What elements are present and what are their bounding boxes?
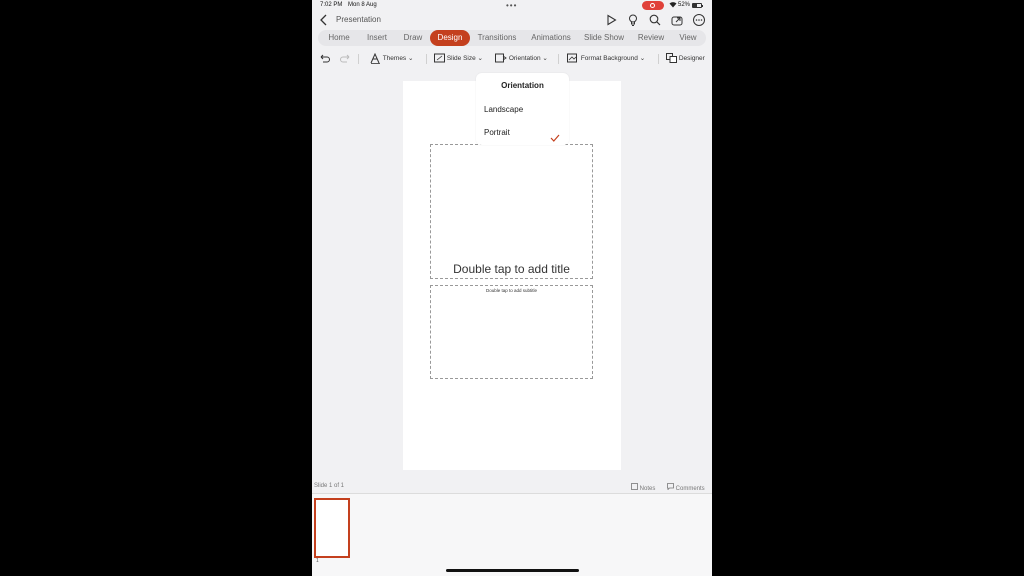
toolbar-divider [358,54,359,64]
back-chevron-icon[interactable] [318,13,330,27]
battery-percent: 52% [678,2,691,8]
chevron-down-icon: ⌄ [408,55,414,63]
redo-icon [340,53,352,65]
tab-slide-show[interactable]: Slide Show [582,30,626,46]
option-landscape[interactable]: Landscape [484,105,523,114]
notes-icon [631,483,638,490]
toolbar-divider [658,54,659,64]
tab-animations[interactable]: Animations [528,30,574,46]
designer-button[interactable]: Designer [666,53,705,65]
format-background-icon [567,53,577,63]
subtitle-placeholder-text: Double tap to add subtitle [485,288,538,293]
status-bar: 7:02 PM Mon 8 Aug ••• 52% [312,0,712,12]
design-toolbar: Themes ⌄ Slide Size ⌄ Orientation ⌄ Form… [312,50,712,68]
tab-draw[interactable]: Draw [398,30,428,46]
option-portrait[interactable]: Portrait [484,128,510,137]
notes-label: Notes [639,486,656,492]
format-background-button[interactable]: Format Background ⌄ [567,53,645,65]
slide-thumbnail-number: 1 [316,558,319,564]
ipad-screen: 7:02 PM Mon 8 Aug ••• 52% Presentation H… [312,0,712,576]
comments-icon [667,483,674,491]
status-date: Mon 8 Aug [348,2,377,8]
tab-insert[interactable]: Insert [360,30,394,46]
comments-button[interactable]: Comments [667,483,705,492]
toolbar-divider [426,54,427,64]
designer-icon [666,53,677,64]
chevron-down-icon: ⌄ [477,55,483,62]
wifi-icon [669,1,677,10]
title-bar: Presentation [312,12,712,30]
tab-design[interactable]: Design [430,30,470,46]
home-indicator[interactable] [446,569,579,572]
search-icon[interactable] [648,13,662,27]
themes-button[interactable]: Themes ⌄ [370,52,414,65]
title-placeholder-text: Double tap to add title [453,262,570,276]
undo-icon[interactable] [318,53,330,65]
themes-icon [370,52,380,64]
themes-label: Themes [382,55,407,63]
checkmark-icon [550,129,560,147]
title-placeholder[interactable]: Double tap to add title [430,144,593,279]
popover-title: Orientation [501,81,544,90]
notes-button[interactable]: Notes [631,483,655,492]
multitask-dots-icon[interactable]: ••• [506,1,517,10]
chevron-down-icon: ⌄ [639,55,646,62]
comments-label: Comments [675,486,705,492]
chevron-down-icon: ⌄ [542,55,548,62]
slide-count: Slide 1 of 1 [314,483,345,489]
orientation-label: Orientation [508,55,541,62]
screen-record-indicator-icon[interactable] [642,1,664,10]
toolbar-divider [558,54,559,64]
play-icon[interactable] [604,13,618,27]
more-options-icon[interactable] [692,13,706,27]
lightbulb-icon[interactable] [626,13,640,27]
battery-icon [692,3,703,8]
status-time: 7:02 PM [320,2,343,8]
slide-size-button[interactable]: Slide Size ⌄ [434,53,483,65]
slide-thumbnail-strip: 1 [312,493,712,576]
orientation-popover: Orientation Landscape Portrait [476,73,569,145]
slide-thumbnail[interactable] [314,498,350,558]
tab-home[interactable]: Home [322,30,356,46]
designer-label: Designer [678,55,705,62]
ribbon-tabs: Home Insert Draw Design Transitions Anim… [318,30,706,46]
share-icon[interactable] [670,13,684,27]
tab-transitions[interactable]: Transitions [474,30,520,46]
orientation-icon [495,53,507,63]
tab-view[interactable]: View [676,30,700,46]
slide-size-icon [434,53,445,63]
orientation-button[interactable]: Orientation ⌄ [495,53,548,65]
format-background-label: Format Background [580,55,638,62]
document-title[interactable]: Presentation [336,15,381,24]
tab-review[interactable]: Review [636,30,666,46]
subtitle-placeholder[interactable]: Double tap to add subtitle [430,285,593,379]
slide-size-label: Slide Size [446,55,476,62]
